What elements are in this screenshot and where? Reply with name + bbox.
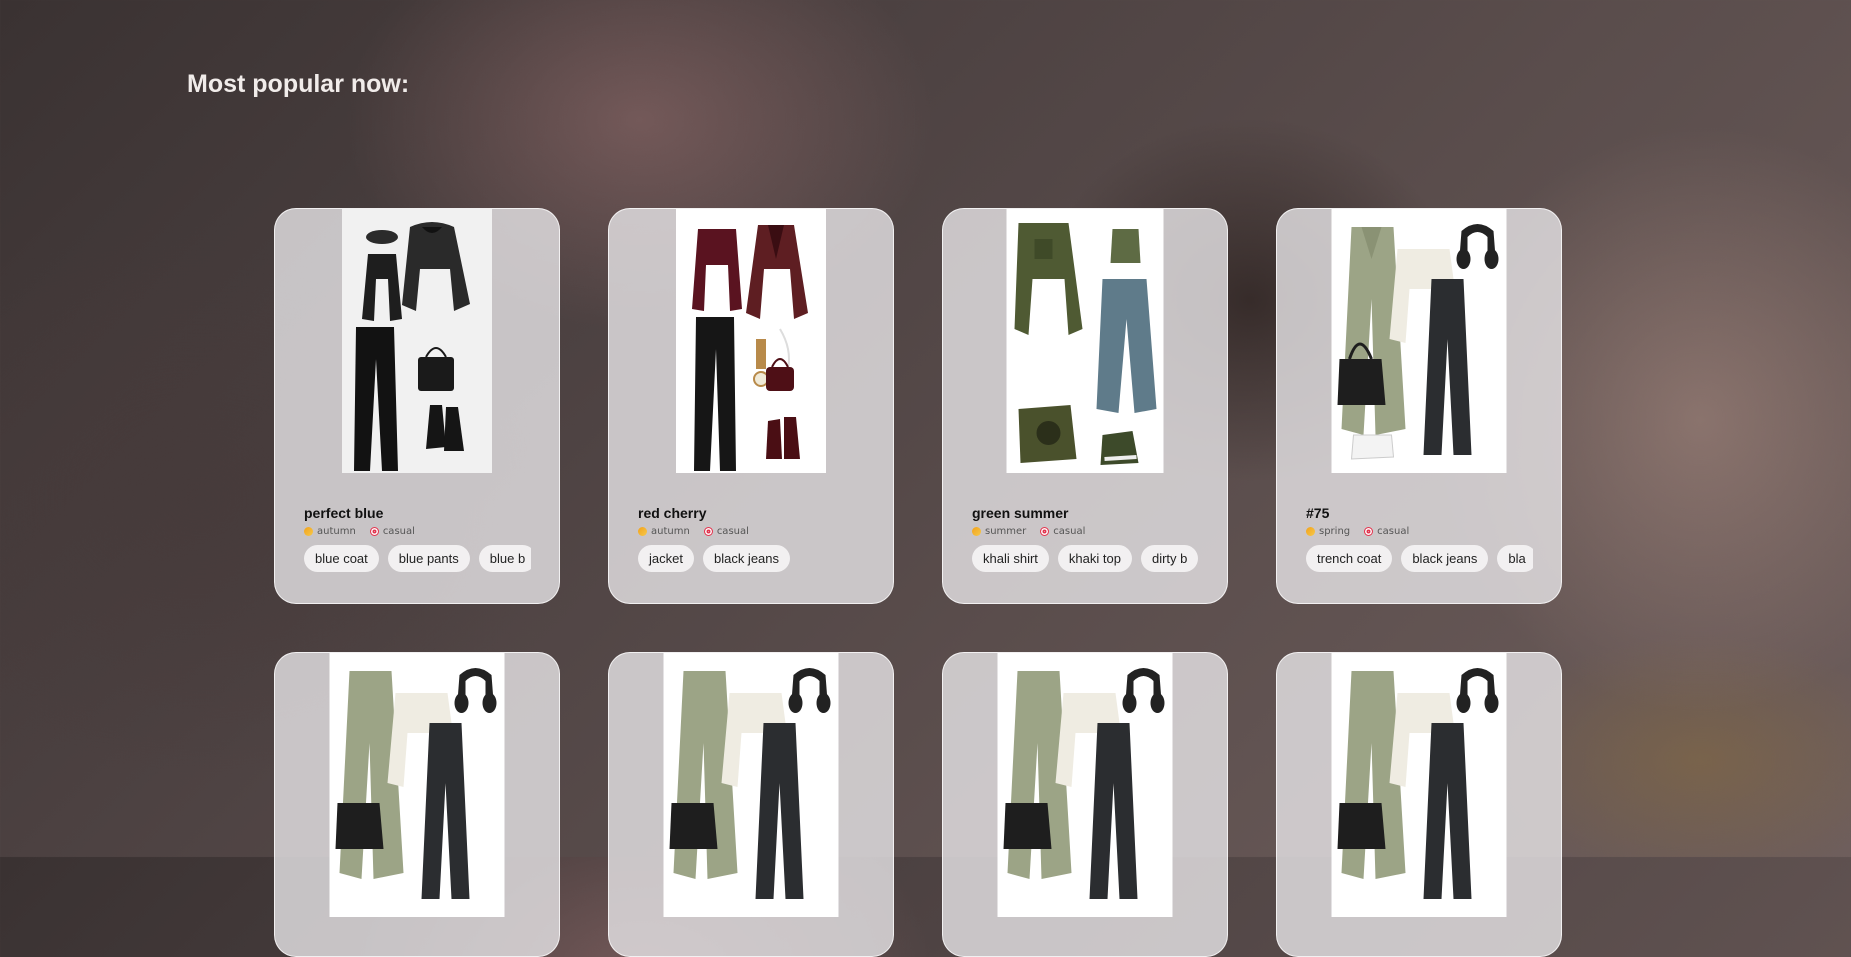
outfit-name: red cherry bbox=[638, 505, 707, 521]
tag-list: trench coat black jeans bla bbox=[1306, 545, 1533, 572]
sun-icon bbox=[304, 527, 313, 536]
section-heading: Most popular now: bbox=[187, 70, 410, 98]
tag-chip[interactable]: khali shirt bbox=[972, 545, 1049, 572]
outfit-image[interactable] bbox=[329, 653, 505, 917]
target-icon bbox=[703, 527, 713, 536]
outfit-card[interactable] bbox=[942, 652, 1228, 957]
style-label: casual bbox=[1053, 526, 1086, 537]
style-label: casual bbox=[716, 526, 749, 537]
season-label: spring bbox=[1319, 526, 1351, 537]
target-icon bbox=[369, 527, 379, 536]
season-label: autumn bbox=[317, 526, 356, 537]
outfit-grid: perfect blue autumn casual blue coat blu… bbox=[274, 208, 1562, 957]
season-label: summer bbox=[985, 526, 1027, 537]
outfit-image[interactable] bbox=[1006, 209, 1164, 473]
tag-chip[interactable]: bla bbox=[1497, 545, 1533, 572]
tag-chip[interactable]: jacket bbox=[638, 545, 694, 572]
style-label: casual bbox=[382, 526, 415, 537]
outfit-name: perfect blue bbox=[304, 505, 384, 521]
outfit-card[interactable]: perfect blue autumn casual blue coat blu… bbox=[274, 208, 560, 604]
outfit-card[interactable]: red cherry autumn casual jacket black je… bbox=[608, 208, 894, 604]
target-icon bbox=[1364, 527, 1374, 536]
outfit-card[interactable]: green summer summer casual khali shirt k… bbox=[942, 208, 1228, 604]
outfit-name: green summer bbox=[972, 505, 1069, 521]
outfit-image[interactable] bbox=[997, 653, 1173, 917]
tag-chip[interactable]: blue coat bbox=[304, 545, 379, 572]
outfit-image[interactable] bbox=[676, 209, 826, 473]
tag-list: jacket black jeans bbox=[638, 545, 865, 572]
season-label: autumn bbox=[651, 526, 690, 537]
tag-chip[interactable]: khaki top bbox=[1057, 545, 1132, 572]
tag-chip[interactable]: trench coat bbox=[1306, 545, 1393, 572]
target-icon bbox=[1040, 527, 1050, 536]
tag-chip[interactable]: dirty b bbox=[1140, 545, 1199, 572]
tag-chip[interactable]: black jeans bbox=[702, 545, 791, 572]
outfit-image[interactable] bbox=[1331, 209, 1507, 473]
outfit-card[interactable] bbox=[274, 652, 560, 957]
tag-chip[interactable]: blue b bbox=[478, 545, 531, 572]
style-label: casual bbox=[1377, 526, 1410, 537]
outfit-image[interactable] bbox=[342, 209, 492, 473]
outfit-card[interactable] bbox=[608, 652, 894, 957]
sun-icon bbox=[638, 527, 647, 536]
outfit-name: #75 bbox=[1306, 505, 1330, 521]
outfit-card[interactable]: #75 spring casual trench coat black jean… bbox=[1276, 208, 1562, 604]
outfit-card[interactable] bbox=[1276, 652, 1562, 957]
tag-chip[interactable]: black jeans bbox=[1401, 545, 1489, 572]
tag-list: khali shirt khaki top dirty b bbox=[972, 545, 1199, 572]
sun-icon bbox=[1306, 527, 1315, 536]
tag-chip[interactable]: blue pants bbox=[387, 545, 470, 572]
sun-icon bbox=[972, 527, 981, 536]
outfit-image[interactable] bbox=[663, 653, 839, 917]
tag-list: blue coat blue pants blue b bbox=[304, 545, 531, 572]
outfit-image[interactable] bbox=[1331, 653, 1507, 917]
